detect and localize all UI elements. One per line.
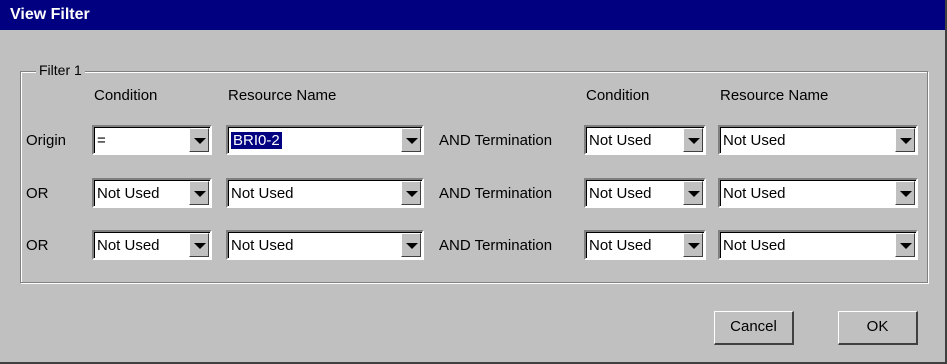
row3-term-condition-select[interactable]: Not Used: [584, 230, 706, 260]
origin-resource-value: BRI0-2: [231, 132, 282, 149]
row-label-origin: Origin: [26, 132, 67, 149]
row2-term-resource-value: Not Used: [723, 185, 786, 202]
row2-term-condition-value: Not Used: [589, 185, 652, 202]
row-label-or: OR: [26, 185, 49, 202]
chevron-down-icon[interactable]: [683, 181, 703, 205]
term-resource-select[interactable]: Not Used: [718, 125, 918, 155]
header-condition-right: Condition: [586, 87, 650, 104]
origin-resource-select[interactable]: BRI0-2: [226, 125, 424, 155]
chevron-down-icon[interactable]: [683, 128, 703, 152]
view-filter-dialog: View Filter Filter 1 Condition Resource …: [0, 0, 947, 364]
row2-resource-value: Not Used: [231, 185, 294, 202]
chevron-down-icon[interactable]: [895, 233, 915, 257]
row3-resource-select[interactable]: Not Used: [226, 230, 424, 260]
chevron-down-icon[interactable]: [189, 233, 209, 257]
term-condition-select[interactable]: Not Used: [584, 125, 706, 155]
chevron-down-icon[interactable]: [401, 233, 421, 257]
filter-group-label: Filter 1: [36, 62, 85, 78]
chevron-down-icon[interactable]: [683, 233, 703, 257]
row3-condition-select[interactable]: Not Used: [92, 230, 212, 260]
row-joiner: AND Termination: [439, 132, 553, 149]
term-condition-value: Not Used: [589, 132, 652, 149]
row3-term-condition-value: Not Used: [589, 237, 652, 254]
row2-term-resource-select[interactable]: Not Used: [718, 178, 918, 208]
chevron-down-icon[interactable]: [895, 128, 915, 152]
row3-term-resource-value: Not Used: [723, 237, 786, 254]
row3-resource-value: Not Used: [231, 237, 294, 254]
header-resource-left: Resource Name: [228, 87, 337, 104]
term-resource-value: Not Used: [723, 132, 786, 149]
origin-condition-value: =: [97, 132, 106, 149]
chevron-down-icon[interactable]: [401, 181, 421, 205]
origin-condition-select[interactable]: =: [92, 125, 212, 155]
row3-condition-value: Not Used: [97, 237, 160, 254]
row2-resource-select[interactable]: Not Used: [226, 178, 424, 208]
header-condition-left: Condition: [94, 87, 158, 104]
row-joiner: AND Termination: [439, 185, 553, 202]
row3-term-resource-select[interactable]: Not Used: [718, 230, 918, 260]
chevron-down-icon[interactable]: [189, 128, 209, 152]
chevron-down-icon[interactable]: [189, 181, 209, 205]
chevron-down-icon[interactable]: [895, 181, 915, 205]
chevron-down-icon[interactable]: [401, 128, 421, 152]
row2-condition-value: Not Used: [97, 185, 160, 202]
row-label-or: OR: [26, 237, 49, 254]
ok-button[interactable]: OK: [838, 311, 918, 345]
row2-condition-select[interactable]: Not Used: [92, 178, 212, 208]
cancel-button[interactable]: Cancel: [714, 311, 794, 345]
row-joiner: AND Termination: [439, 237, 553, 254]
header-resource-right: Resource Name: [720, 87, 829, 104]
window-title: View Filter: [10, 6, 90, 23]
row2-term-condition-select[interactable]: Not Used: [584, 178, 706, 208]
title-bar: View Filter: [0, 0, 945, 30]
